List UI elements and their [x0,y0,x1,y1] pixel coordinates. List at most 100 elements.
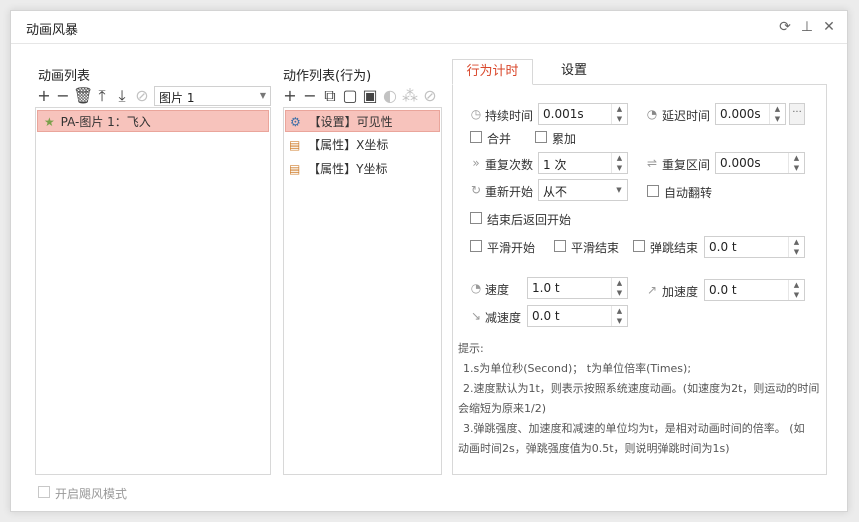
action-list-header: 动作列表(行为) [283,69,372,84]
tab-behavior-timing[interactable]: 行为计时 [452,59,533,85]
smooth-start-label: 平滑开始 [487,241,536,255]
clock-icon: ◷ [470,107,482,121]
visibility-gear-icon: ⚙ [290,115,301,129]
move-top-icon[interactable]: ⤒ [93,87,111,105]
move-bottom-icon[interactable]: ⤓ [113,87,131,105]
group-icon[interactable]: ⁂ [401,87,419,105]
action-list-panel: ⚙ 【设置】可见性 ▤ 【属性】X坐标 ▤ 【属性】Y坐标 [283,107,442,475]
duration-input[interactable]: 0.001s ▲ ▼ [538,103,628,125]
unlink-icon[interactable]: ⊘ [421,87,439,105]
restart-value: 从不 [543,185,568,199]
bounce-end-label: 弹跳结束 [650,241,699,255]
animation-list-item[interactable]: ★ PA-图片 1：飞入 [37,110,269,132]
spin-arrows-icon[interactable]: ▲ ▼ [611,306,627,326]
merge-label: 合并 [487,132,512,146]
property-icon: ▤ [289,138,301,152]
repeat-count-label: 重复次数 [485,158,534,172]
auto-reverse-checkbox[interactable] [647,185,659,197]
delay-input[interactable]: 0.000s ▲ ▼ [715,103,786,125]
delay-label: 延迟时间 [662,109,711,123]
action-list-item[interactable]: ▤ 【属性】X坐标 [285,134,440,156]
spin-arrows-icon[interactable]: ▲ ▼ [611,278,627,298]
interval-icon: ⇌ [646,156,658,170]
smooth-start-checkbox[interactable] [470,240,482,252]
animation-list-panel: ★ PA-图片 1：飞入 [35,107,271,475]
dialog-window: 动画风暴 ⟳ ⊥ ✕ 动画列表 + − 🗑 ⤒ ⤓ ⊘ 图片 1 ▼ ★ PA-… [10,10,848,512]
accumulate-checkbox[interactable] [535,131,547,143]
paste-icon[interactable]: ▢ [341,87,359,105]
animation-list-header: 动画列表 [38,69,91,84]
acceleration-input[interactable]: 0.0 t ▲ ▼ [704,279,805,301]
acceleration-icon: ↗ [646,283,658,297]
acceleration-label: 加速度 [662,285,699,299]
title-bar: 动画风暴 ⟳ ⊥ ✕ [11,11,847,44]
remove-action-icon[interactable]: − [301,87,319,105]
action-item-label: 【属性】Y坐标 [308,162,388,176]
action-item-label: 【属性】X坐标 [308,138,389,152]
repeat-interval-input[interactable]: 0.000s ▲ ▼ [715,152,805,174]
deceleration-icon: ↘ [470,309,482,323]
restart-label: 重新开始 [485,185,534,199]
repeat-interval-label: 重复区间 [662,158,711,172]
repeat-interval-value: 0.000s [720,156,761,170]
deceleration-input[interactable]: 0.0 t ▲ ▼ [527,305,628,327]
bounce-end-value: 0.0 t [709,240,737,254]
repeat-count-input[interactable]: 1 次 ▲ ▼ [538,152,628,174]
spin-arrows-icon[interactable]: ▲ ▼ [769,104,785,124]
chevron-down-icon: ▼ [259,91,266,100]
link-icon[interactable]: ⊘ [133,87,151,105]
duration-value: 0.001s [543,107,584,121]
remove-icon[interactable]: − [54,87,72,105]
add-action-icon[interactable]: + [281,87,299,105]
delete-icon[interactable]: 🗑 [73,87,93,105]
copy-icon[interactable]: ⧉ [321,87,339,105]
repeat-count-value: 1 次 [543,158,567,172]
action-list-item[interactable]: ▤ 【属性】Y坐标 [285,158,440,180]
chevron-down-icon: ▼ [616,186,622,194]
star-icon: ★ [44,115,55,129]
speed-icon: ◔ [470,281,482,295]
refresh-icon[interactable]: ⟳ [777,19,793,35]
spin-arrows-icon[interactable]: ▲ ▼ [788,280,804,300]
pin-icon[interactable]: ⊥ [799,19,815,35]
deceleration-label: 减速度 [485,311,522,325]
accumulate-label: 累加 [552,132,577,146]
clipboard-icon[interactable]: ▣ [361,87,379,105]
more-options-button[interactable]: ··· [789,103,805,125]
spin-arrows-icon[interactable]: ▲ ▼ [788,237,804,257]
spin-arrows-icon[interactable]: ▲ ▼ [788,153,804,173]
hint-line-2a: 2.速度默认为1t，则表示按照系统速度动画。(如速度为2t，则运动的时间 [463,382,820,395]
shape-select[interactable]: 图片 1 ▼ [154,86,271,106]
typhoon-mode-checkbox[interactable] [38,486,50,498]
speed-value: 1.0 t [532,281,560,295]
repeat-icon: » [472,156,480,170]
hint-title: 提示: [458,342,484,355]
speed-label: 速度 [485,283,510,297]
tab-settings[interactable]: 设置 [533,59,615,85]
deceleration-value: 0.0 t [532,309,560,323]
hint-line-3b: 动画时间2s，弹跳强度值为0.5t，则说明弹跳时间为1s) [458,442,730,455]
bounce-end-checkbox[interactable] [633,240,645,252]
speed-input[interactable]: 1.0 t ▲ ▼ [527,277,628,299]
close-icon[interactable]: ✕ [821,19,837,35]
typhoon-mode-label: 开启飓风模式 [55,487,128,501]
restart-select[interactable]: 从不 ▼ [538,179,628,201]
timer-icon: ◔ [646,107,658,121]
animation-item-label: PA-图片 1：飞入 [60,115,151,129]
return-after-end-checkbox[interactable] [470,212,482,224]
hint-line-1: 1.s为单位秒(Second)； t为单位倍率(Times); [463,362,692,375]
merge-checkbox[interactable] [470,131,482,143]
add-icon[interactable]: + [35,87,53,105]
spin-arrows-icon[interactable]: ▲ ▼ [611,104,627,124]
restart-icon: ↻ [470,183,482,197]
auto-reverse-label: 自动翻转 [664,186,713,200]
action-item-label: 【设置】可见性 [308,115,393,129]
delay-value: 0.000s [720,107,761,121]
split-icon[interactable]: ◐ [381,87,399,105]
smooth-end-checkbox[interactable] [554,240,566,252]
bounce-end-input[interactable]: 0.0 t ▲ ▼ [704,236,805,258]
spin-arrows-icon[interactable]: ▲ ▼ [611,153,627,173]
action-list-item[interactable]: ⚙ 【设置】可见性 [285,110,440,132]
hint-line-2b: 会缩短为原来1/2) [458,402,546,415]
hint-line-3a: 3.弹跳强度、加速度和减速的单位均为t，是相对动画时间的倍率。 (如 [463,422,805,435]
